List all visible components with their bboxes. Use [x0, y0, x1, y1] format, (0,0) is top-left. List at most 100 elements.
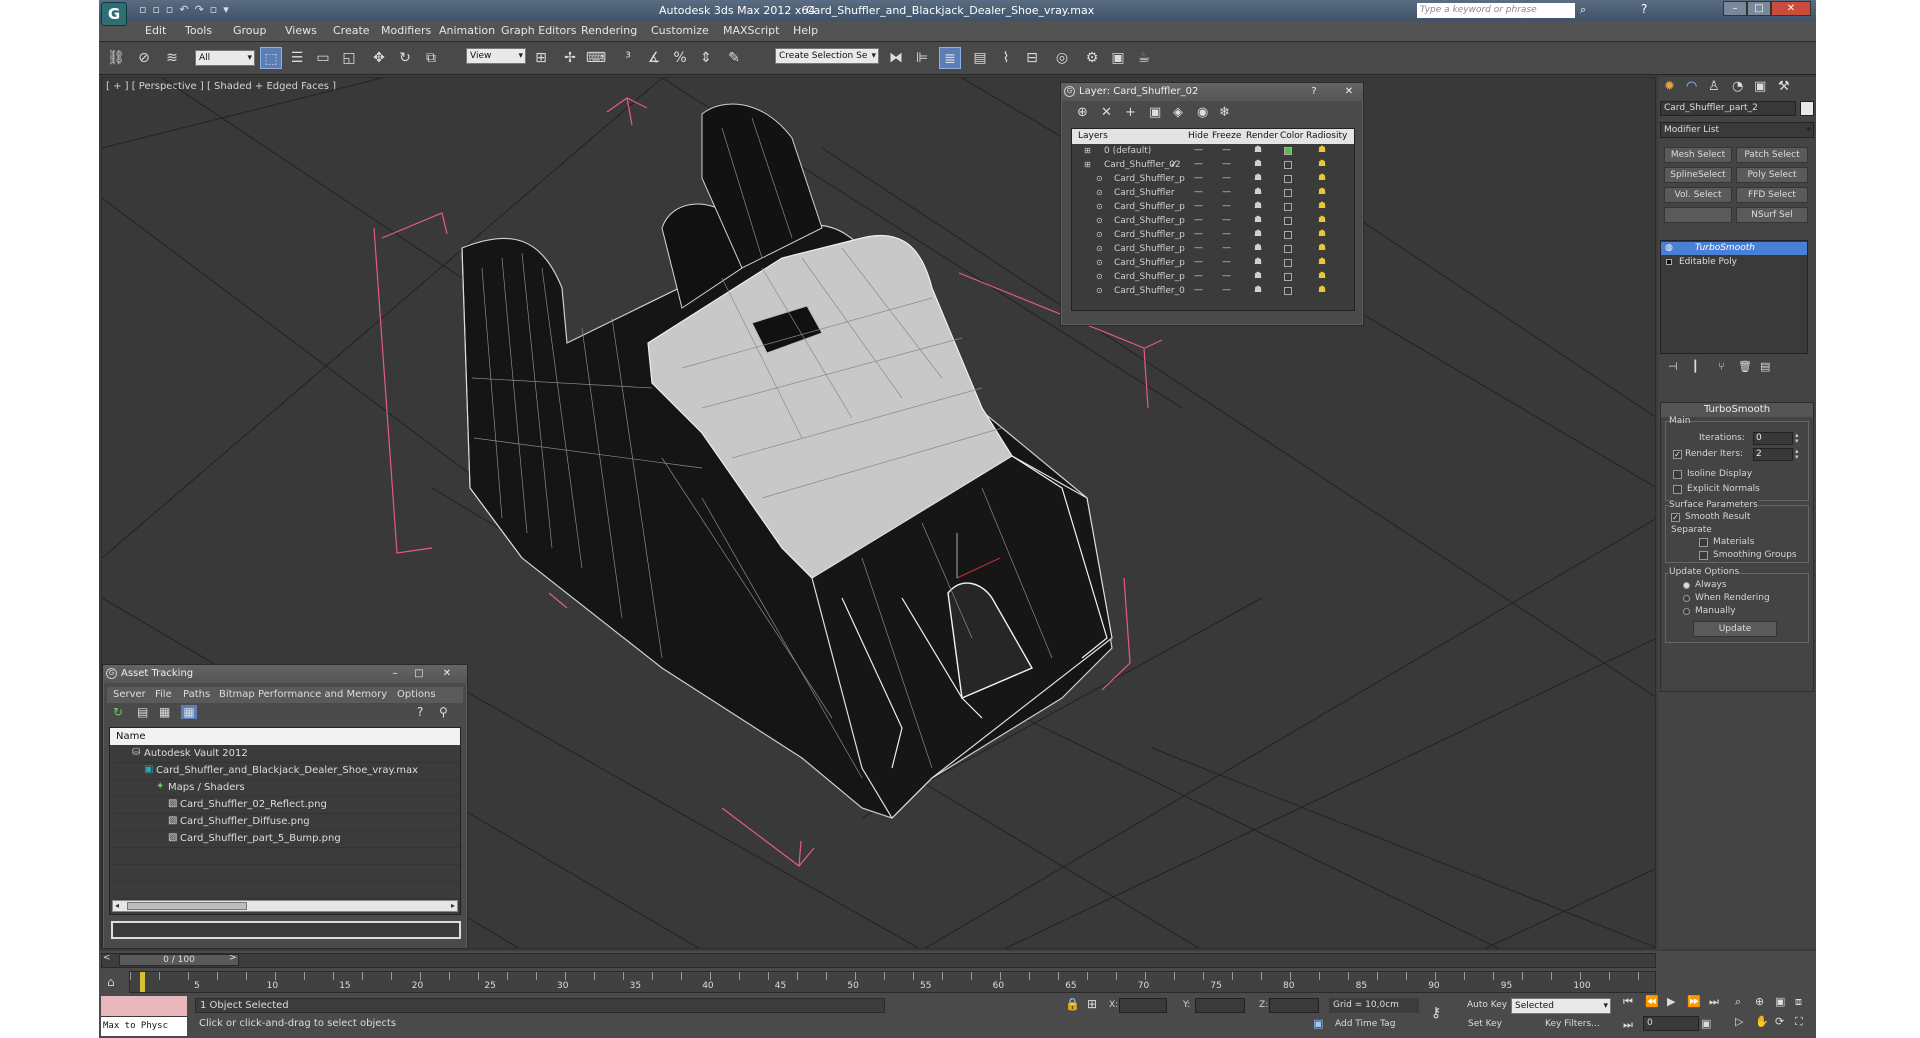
- display-tab-icon[interactable]: ▣: [1754, 79, 1766, 94]
- layer-hide-toggle[interactable]: —: [1194, 257, 1203, 267]
- layer-freeze-toggle[interactable]: —: [1222, 145, 1231, 155]
- layer-row[interactable]: ⊙ Card_Shuffler_p — — ☗ ☗: [1072, 229, 1354, 243]
- layer-freeze-toggle[interactable]: —: [1222, 243, 1231, 253]
- object-color-swatch[interactable]: [1800, 101, 1814, 116]
- menu-customize[interactable]: Customize: [651, 24, 709, 37]
- col-color[interactable]: Color: [1280, 131, 1304, 141]
- orbit-icon[interactable]: ⟳: [1775, 1015, 1784, 1028]
- layer-render-teapot-icon[interactable]: ☗: [1254, 285, 1262, 295]
- time-slider-prev[interactable]: <: [103, 953, 111, 963]
- asset-menu-server[interactable]: Server: [113, 689, 146, 700]
- set-key-button[interactable]: Set Key: [1468, 1019, 1502, 1029]
- move-icon[interactable]: ✥: [368, 47, 390, 69]
- layer-color-swatch[interactable]: [1284, 147, 1292, 155]
- asset-maximize-button[interactable]: □: [411, 667, 427, 680]
- scroll-left-arrow[interactable]: ◂: [115, 901, 119, 910]
- layer-hide-toggle[interactable]: —: [1194, 201, 1203, 211]
- add-time-tag-button[interactable]: Add Time Tag: [1335, 1019, 1395, 1029]
- layer-row[interactable]: ⊙ Card_Shuffler_p — — ☗ ☗: [1072, 243, 1354, 257]
- layer-row[interactable]: ⊞ 0 (default) — — ☗ ☗: [1072, 145, 1354, 159]
- hierarchy-tab-icon[interactable]: ♙: [1708, 79, 1720, 94]
- col-hide[interactable]: Hide: [1188, 131, 1209, 141]
- layer-expand-icon[interactable]: ⊙: [1096, 174, 1103, 183]
- graphite-ribbon-icon[interactable]: ▤: [969, 47, 991, 69]
- layer-radiosity-teapot-icon[interactable]: ☗: [1318, 159, 1326, 169]
- smoothing-groups-checkbox[interactable]: [1699, 551, 1708, 560]
- list-view-icon[interactable]: ▤: [137, 705, 148, 719]
- menu-edit[interactable]: Edit: [145, 24, 166, 37]
- pivot-center-icon[interactable]: ⊞: [530, 47, 552, 69]
- layer-radiosity-teapot-icon[interactable]: ☗: [1318, 215, 1326, 225]
- field-of-view-icon[interactable]: ▷: [1735, 1015, 1743, 1028]
- modifier-list-dropdown[interactable]: Modifier List: [1660, 122, 1814, 138]
- asset-name-header[interactable]: Name: [110, 728, 460, 745]
- layer-color-swatch[interactable]: [1284, 217, 1292, 225]
- layer-window-close-button[interactable]: ✕: [1341, 85, 1357, 98]
- modifier-on-bulb-icon[interactable]: ◍: [1665, 242, 1673, 255]
- align-icon[interactable]: ⊫: [911, 47, 933, 69]
- menu-modifiers[interactable]: Modifiers: [381, 24, 431, 37]
- layer-render-teapot-icon[interactable]: ☗: [1254, 159, 1262, 169]
- curve-editor-icon[interactable]: ⌇: [995, 47, 1017, 69]
- empty-modifier-button[interactable]: [1664, 207, 1732, 223]
- layer-render-teapot-icon[interactable]: ☗: [1254, 215, 1262, 225]
- layer-color-swatch[interactable]: [1284, 287, 1292, 295]
- layer-name[interactable]: Card_Shuffler_p: [1114, 174, 1185, 184]
- layer-expand-icon[interactable]: ⊞: [1084, 146, 1091, 155]
- render-iters-checkbox[interactable]: ✓: [1673, 450, 1682, 459]
- lock-selection-icon[interactable]: 🔒: [1065, 997, 1080, 1011]
- help-icon[interactable]: ?: [1641, 2, 1647, 16]
- col-layers[interactable]: Layers: [1078, 131, 1108, 141]
- layer-name[interactable]: Card_Shuffler_0: [1114, 286, 1185, 296]
- layer-color-swatch[interactable]: [1284, 259, 1292, 267]
- menu-group[interactable]: Group: [233, 24, 267, 37]
- mini-curve-icon[interactable]: ⌂: [107, 975, 115, 989]
- layer-color-swatch[interactable]: [1284, 231, 1292, 239]
- asset-row[interactable]: ▧ Card_Shuffler_Diffuse.png: [114, 814, 460, 831]
- highlight-layer-icon[interactable]: ◈: [1173, 105, 1183, 120]
- layer-color-swatch[interactable]: [1284, 189, 1292, 197]
- snaps-toggle-icon[interactable]: ³: [617, 47, 639, 69]
- maximize-button[interactable]: □: [1747, 1, 1771, 16]
- keyboard-shortcut-icon[interactable]: ⌨: [585, 47, 607, 69]
- time-slider-track[interactable]: [101, 953, 1656, 968]
- layer-name[interactable]: Card_Shuffler_p: [1114, 272, 1185, 282]
- layer-freeze-toggle[interactable]: —: [1222, 215, 1231, 225]
- col-render[interactable]: Render: [1246, 131, 1278, 141]
- key-set-dropdown[interactable]: Selected: [1511, 998, 1611, 1014]
- menu-maxscript[interactable]: MAXScript: [723, 24, 779, 37]
- layer-row[interactable]: ⊙ Card_Shuffler_p — — ☗ ☗: [1072, 257, 1354, 271]
- render-iters-spin-arrows[interactable]: ▴ ▾: [1795, 448, 1799, 461]
- search-input[interactable]: Type a keyword or phrase: [1417, 3, 1575, 18]
- show-end-result-icon[interactable]: ┃: [1692, 360, 1699, 373]
- layer-radiosity-teapot-icon[interactable]: ☗: [1318, 187, 1326, 197]
- layer-row[interactable]: ⊙ Card_Shuffler_p — — ☗ ☗: [1072, 271, 1354, 285]
- delete-layer-icon[interactable]: ✕: [1101, 105, 1112, 120]
- layer-name[interactable]: Card_Shuffler_p: [1114, 202, 1185, 212]
- pan-icon[interactable]: ✋: [1755, 1015, 1769, 1028]
- key-filters-button[interactable]: Key Filters...: [1545, 1019, 1600, 1029]
- render-production-icon[interactable]: ☕: [1133, 47, 1155, 69]
- absolute-mode-icon[interactable]: ⊞: [1087, 997, 1097, 1011]
- rendered-frame-icon[interactable]: ▣: [1107, 47, 1129, 69]
- menu-help[interactable]: Help: [793, 24, 818, 37]
- layer-freeze-toggle[interactable]: —: [1222, 173, 1231, 183]
- menu-create[interactable]: Create: [333, 24, 370, 37]
- layer-freeze-toggle[interactable]: —: [1222, 187, 1231, 197]
- layer-name[interactable]: Card_Shuffler_p: [1114, 244, 1185, 254]
- mirror-icon[interactable]: ⧓: [885, 47, 907, 69]
- asset-menu-file[interactable]: File: [155, 689, 172, 700]
- layer-name[interactable]: Card_Shuffler_p: [1114, 258, 1185, 268]
- poly-select-button[interactable]: Poly Select: [1736, 167, 1808, 183]
- layer-row[interactable]: ⊙ Card_Shuffler_p — — ☗ ☗: [1072, 173, 1354, 187]
- layer-freeze-toggle[interactable]: —: [1222, 159, 1231, 169]
- rotate-icon[interactable]: ↻: [394, 47, 416, 69]
- layer-freeze-toggle[interactable]: —: [1222, 285, 1231, 295]
- z-coordinate-field[interactable]: [1269, 998, 1319, 1013]
- asset-minimize-button[interactable]: –: [387, 667, 403, 680]
- patch-select-button[interactable]: Patch Select: [1736, 147, 1808, 163]
- iterations-spinner[interactable]: 0: [1753, 432, 1793, 445]
- percent-snap-icon[interactable]: %: [669, 47, 691, 69]
- layer-radiosity-teapot-icon[interactable]: ☗: [1318, 271, 1326, 281]
- pin-stack-icon[interactable]: ⊣: [1668, 360, 1678, 373]
